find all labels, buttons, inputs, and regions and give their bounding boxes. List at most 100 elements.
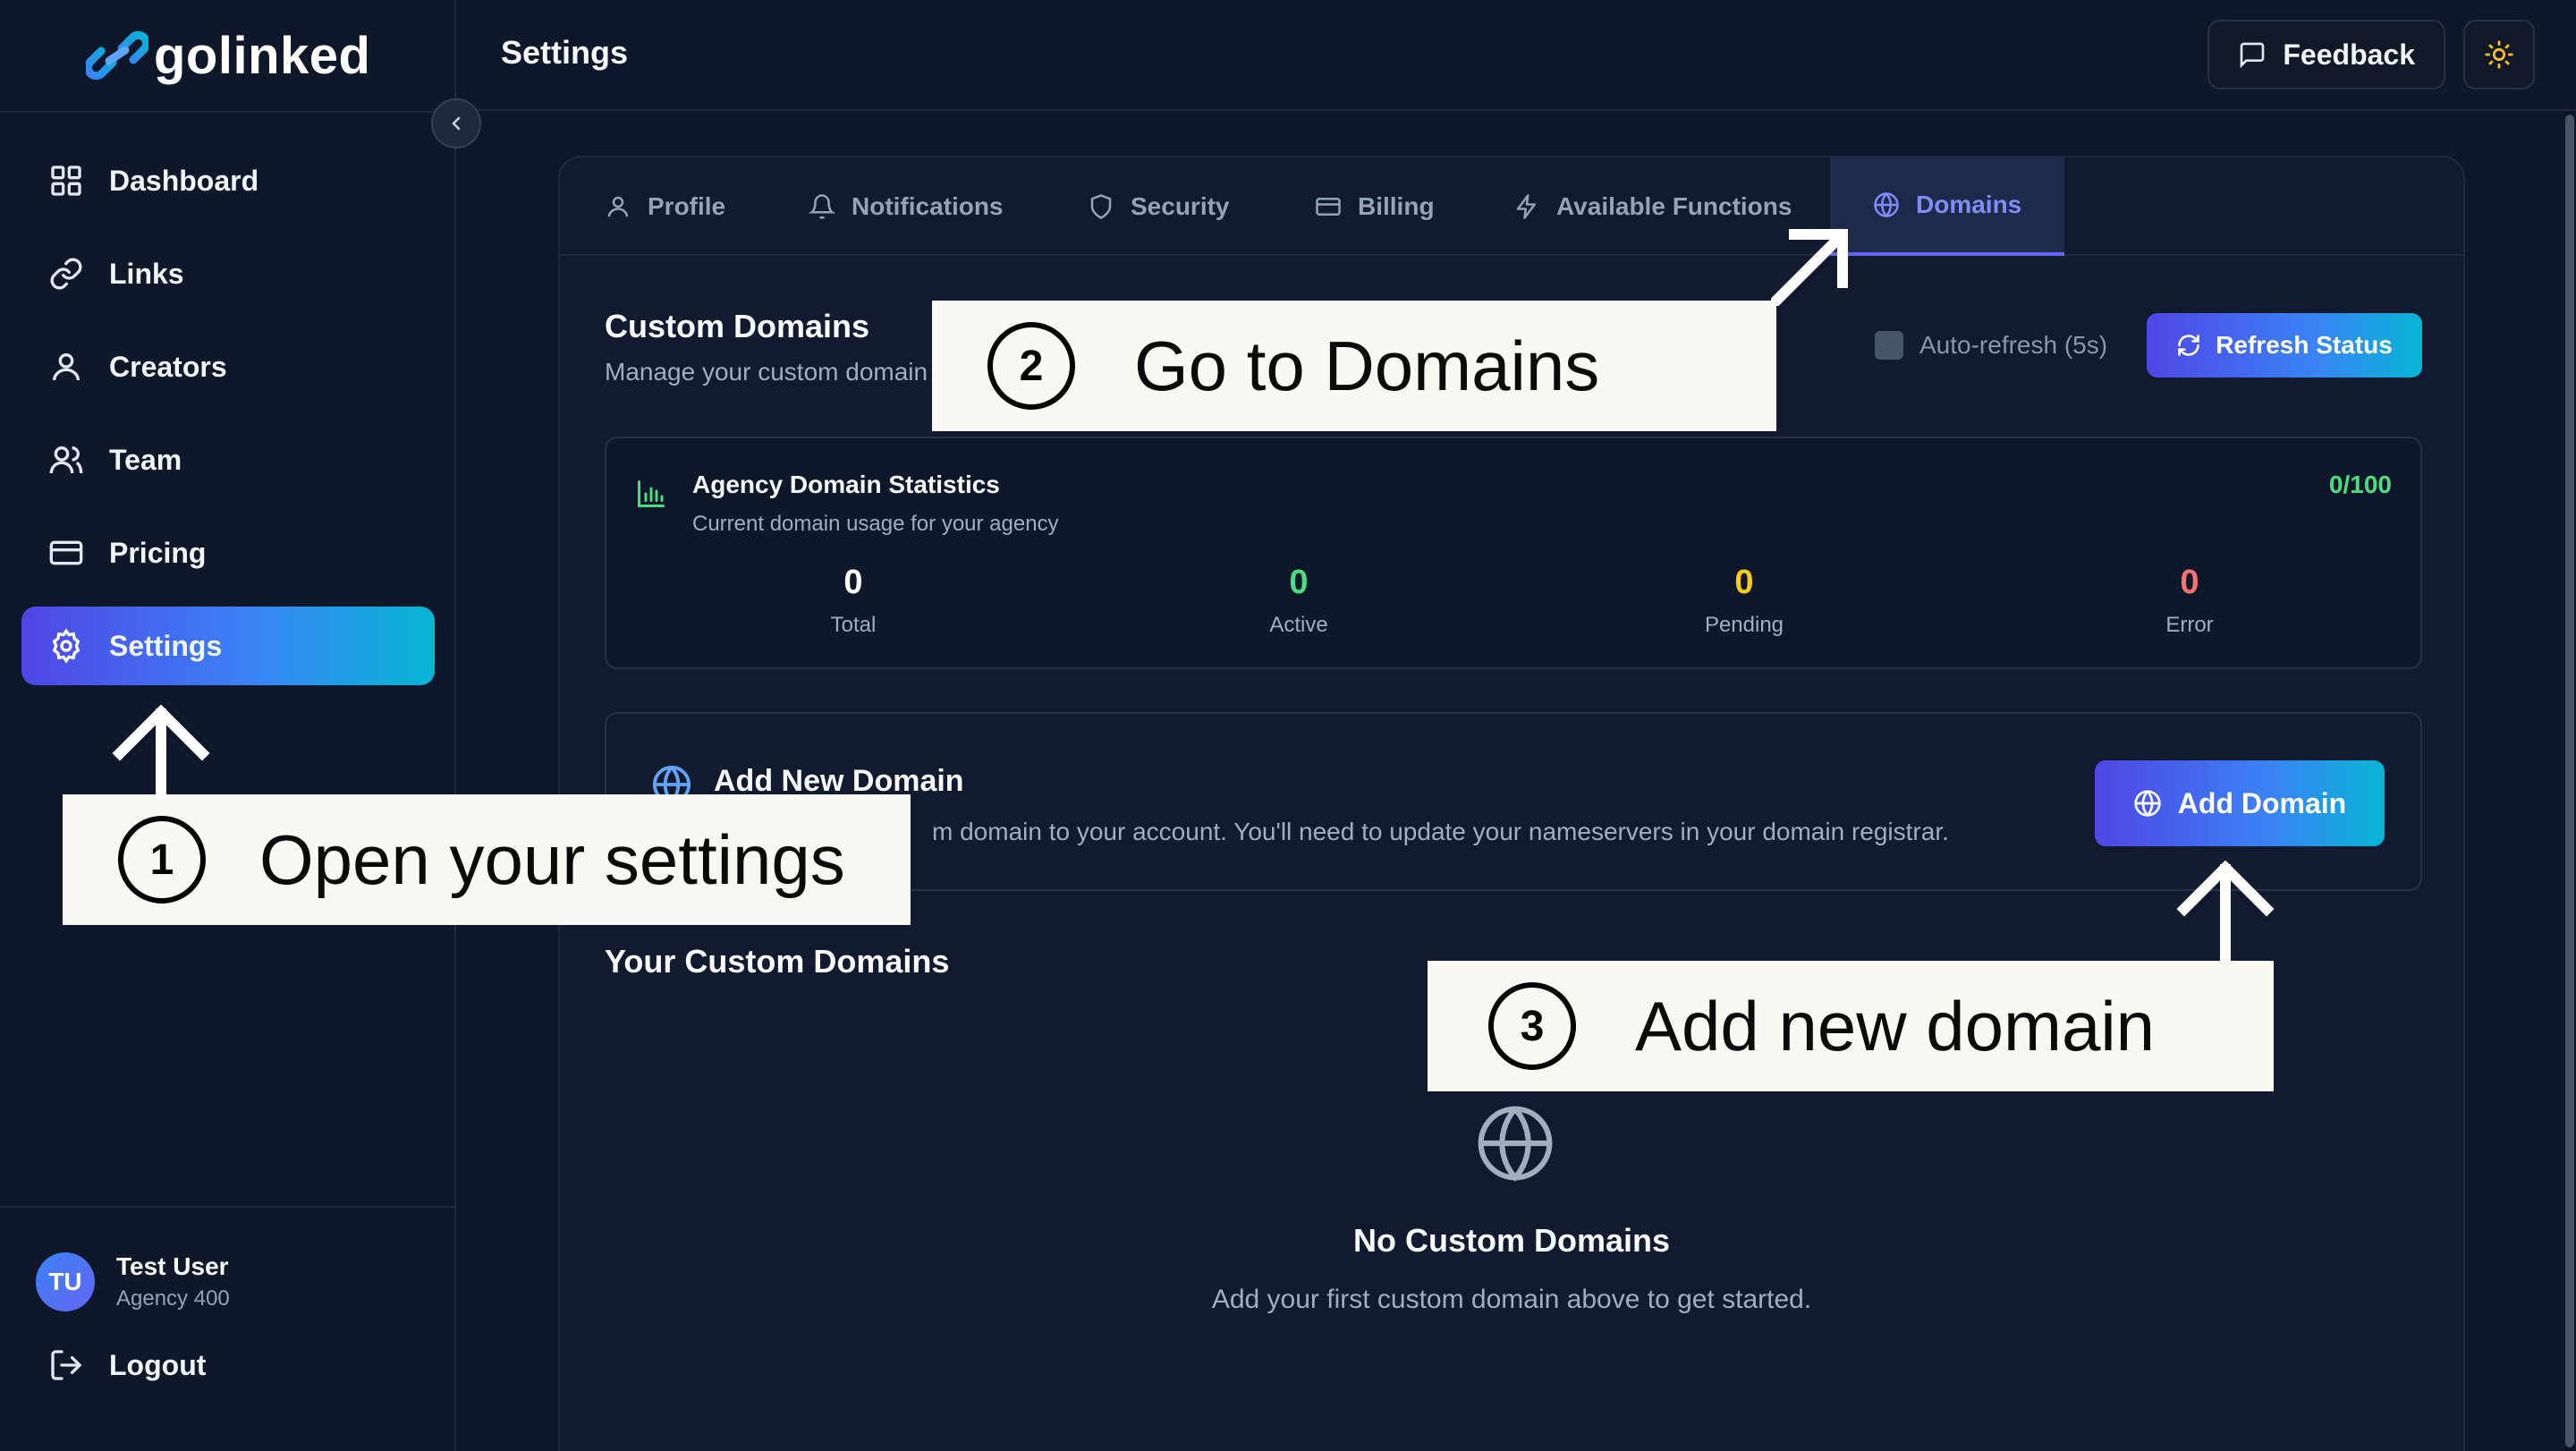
logout-button[interactable]: Logout: [48, 1347, 206, 1383]
page-title: Settings: [501, 34, 629, 71]
annotation-text: Open your settings: [259, 819, 845, 899]
up-arrow-icon: [2175, 861, 2275, 961]
stat-total: 0 Total: [737, 564, 970, 638]
collapse-sidebar-button[interactable]: [431, 98, 481, 148]
stat-label: Active: [1269, 613, 1328, 637]
sidebar-item-label: Team: [109, 443, 182, 476]
refresh-icon: [2176, 333, 2201, 358]
diagonal-arrow-icon: [1771, 225, 1852, 306]
refresh-status-label: Refresh Status: [2216, 331, 2393, 359]
chevron-left-icon: [445, 113, 467, 134]
user-profile[interactable]: TU Test User Agency 400: [36, 1252, 230, 1311]
user-icon: [605, 193, 631, 220]
sidebar-item-creators[interactable]: Creators: [21, 327, 435, 406]
stat-label: Pending: [1704, 613, 1784, 637]
sun-icon: [2484, 39, 2514, 70]
refresh-status-button[interactable]: Refresh Status: [2147, 313, 2422, 378]
logout-icon: [48, 1347, 84, 1383]
brand-logo[interactable]: golinked: [86, 21, 370, 89]
sidebar-item-label: Settings: [109, 629, 223, 662]
credit-card-icon: [1315, 193, 1342, 220]
sidebar-divider: [0, 1206, 456, 1208]
step-number: 3: [1488, 982, 1576, 1070]
domain-usage-count: 0/100: [2328, 471, 2392, 498]
custom-domains-title: Custom Domains: [605, 308, 870, 344]
shield-icon: [1088, 193, 1114, 220]
users-icon: [48, 442, 84, 478]
bolt-icon: [1513, 193, 1540, 220]
tab-label: Billing: [1358, 192, 1435, 220]
up-arrow-icon: [111, 705, 211, 798]
user-subtitle: Agency 400: [116, 1286, 230, 1311]
empty-state-title: No Custom Domains: [1352, 1222, 1671, 1259]
grid-icon: [48, 163, 84, 199]
tab-domains[interactable]: Domains: [1830, 157, 2065, 256]
auto-refresh-label: Auto-refresh (5s): [1919, 331, 2108, 359]
tab-label: Notifications: [852, 192, 1004, 220]
tab-profile[interactable]: Profile: [605, 157, 725, 256]
stat-value: 0: [2180, 564, 2199, 601]
link-icon: [48, 256, 84, 292]
sidebar-item-settings[interactable]: Settings: [21, 607, 435, 685]
sidebar: golinked Dashboard Links Creators Team P…: [0, 0, 456, 1451]
sidebar-item-team[interactable]: Team: [21, 420, 435, 499]
annotation-text: Go to Domains: [1134, 326, 1600, 405]
user-icon: [48, 349, 84, 385]
stat-label: Total: [830, 613, 877, 637]
sidebar-item-dashboard[interactable]: Dashboard: [21, 141, 435, 220]
globe-icon: [2133, 789, 2162, 818]
tab-label: Domains: [1916, 191, 2022, 218]
sidebar-item-pricing[interactable]: Pricing: [21, 513, 435, 592]
globe-icon: [1873, 191, 1900, 218]
annotation-step-2: 2 Go to Domains: [932, 301, 1776, 431]
globe-icon: [1474, 1102, 1556, 1184]
empty-state-subtitle: Add your first custom domain above to ge…: [1211, 1285, 1812, 1314]
stats-title: Agency Domain Statistics: [692, 471, 1000, 498]
sidebar-item-label: Creators: [109, 350, 227, 383]
stat-label: Error: [2165, 613, 2214, 637]
theme-toggle-button[interactable]: [2463, 20, 2535, 89]
tab-label: Profile: [648, 192, 726, 220]
logout-label: Logout: [109, 1348, 207, 1381]
domain-statistics-panel: Agency Domain Statistics Current domain …: [605, 437, 2422, 669]
credit-card-icon: [48, 535, 84, 571]
sidebar-item-links[interactable]: Links: [21, 234, 435, 313]
annotation-step-1: 1 Open your settings: [63, 794, 911, 925]
add-domain-button[interactable]: Add Domain: [2095, 760, 2385, 846]
settings-tabs: Profile Notifications Security Billing A…: [560, 157, 2463, 256]
stat-value: 0: [1289, 564, 1309, 601]
sidebar-item-label: Links: [109, 257, 184, 290]
stat-pending: 0 Pending: [1628, 564, 1860, 638]
message-square-icon: [2238, 40, 2267, 69]
feedback-button[interactable]: Feedback: [2207, 20, 2445, 89]
sidebar-item-label: Dashboard: [109, 164, 259, 197]
stats-subtitle: Current domain usage for your agency: [692, 512, 1059, 536]
tab-notifications[interactable]: Notifications: [809, 157, 1004, 256]
avatar: TU: [36, 1252, 95, 1311]
auto-refresh-toggle[interactable]: Auto-refresh (5s): [1875, 331, 2107, 360]
top-header: Settings Feedback: [458, 0, 2576, 111]
brand-name: golinked: [154, 26, 371, 85]
bell-icon: [809, 193, 835, 220]
tab-billing[interactable]: Billing: [1315, 157, 1435, 256]
gear-icon: [48, 628, 84, 664]
stat-value: 0: [843, 564, 863, 601]
stat-active: 0 Active: [1182, 564, 1415, 638]
chain-link-logo-icon: [86, 27, 148, 84]
add-domain-label: Add Domain: [2177, 786, 2347, 819]
annotation-step-3: 3 Add new domain: [1428, 961, 2274, 1091]
your-domains-title: Your Custom Domains: [605, 943, 950, 980]
scrollbar-thumb[interactable]: [2565, 115, 2574, 1447]
step-number: 1: [118, 816, 206, 904]
tab-available-functions[interactable]: Available Functions: [1513, 157, 1792, 256]
bar-chart-icon: [635, 478, 667, 510]
user-name: Test User: [116, 1252, 229, 1280]
tab-label: Available Functions: [1556, 192, 1792, 220]
tab-label: Security: [1131, 192, 1230, 220]
custom-domains-subtitle: Manage your custom domain: [605, 358, 928, 386]
tab-security[interactable]: Security: [1088, 157, 1230, 256]
step-number: 2: [987, 322, 1075, 410]
auto-refresh-checkbox[interactable]: [1875, 331, 1903, 360]
stat-value: 0: [1734, 564, 1754, 601]
annotation-text: Add new domain: [1635, 986, 2156, 1065]
